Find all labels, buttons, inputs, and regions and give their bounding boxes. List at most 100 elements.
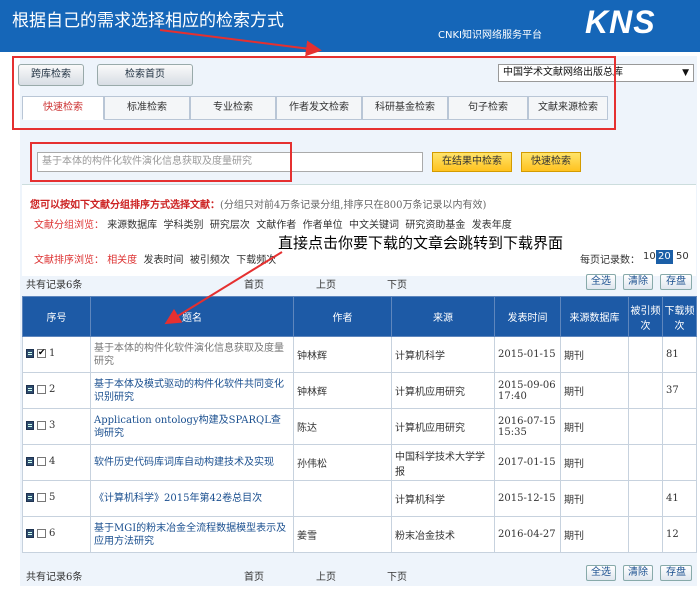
col-header-source[interactable]: 来源 <box>391 296 495 337</box>
article-source[interactable]: 计算机科学 <box>391 336 495 373</box>
kns-logo: KNS <box>585 4 656 40</box>
article-db: 期刊 <box>560 480 629 517</box>
col-header-db[interactable]: 来源数据库 <box>560 296 629 337</box>
row-checkbox[interactable] <box>37 457 46 466</box>
document-icon[interactable] <box>26 529 34 538</box>
article-title-link[interactable]: 基于MGI的粉末冶金全流程数据模型表示及应用方法研究 <box>90 516 294 553</box>
chevron-down-icon: ▼ <box>682 68 689 78</box>
document-icon[interactable] <box>26 349 34 358</box>
article-title-link[interactable]: 基于本体及模式驱动的构件化软件共同变化识别研究 <box>90 372 294 409</box>
col-header-cited[interactable]: 被引频次 <box>628 296 663 337</box>
results-table: 序号 题名 作者 来源 发表时间 来源数据库 被引频次 下载频次 ✔ 1 基于本体… <box>22 296 697 553</box>
article-source[interactable]: 计算机应用研究 <box>391 408 495 445</box>
article-cited <box>628 336 663 373</box>
clear-button-bottom[interactable]: 清除 <box>623 565 653 581</box>
col-header-author[interactable]: 作者 <box>293 296 392 337</box>
group-item[interactable]: 发表年度 <box>472 220 512 231</box>
article-downloads[interactable] <box>662 444 697 481</box>
article-downloads[interactable]: 81 <box>662 336 697 373</box>
next-page-link[interactable]: 下页 <box>387 276 407 291</box>
sort-item[interactable]: 发表时间 <box>144 255 184 266</box>
sort-item[interactable]: 相关度 <box>107 255 137 266</box>
document-icon[interactable] <box>26 385 34 394</box>
article-title-link[interactable]: 基于本体的构件化软件演化信息获取及度量研究 <box>90 336 294 373</box>
article-author[interactable]: 钟林辉 <box>293 336 392 373</box>
annotation-click-hint: 直接点击你要下载的文章会跳转到下载界面 <box>278 234 564 252</box>
article-author[interactable]: 孙伟松 <box>293 444 392 481</box>
annotation-box-search-input <box>30 142 292 182</box>
group-item[interactable]: 中文关键词 <box>349 220 399 231</box>
clear-button[interactable]: 清除 <box>623 274 653 290</box>
group-item[interactable]: 学科类别 <box>164 220 204 231</box>
col-header-title[interactable]: 题名 <box>90 296 294 337</box>
article-source[interactable]: 计算机科学 <box>391 480 495 517</box>
article-db: 期刊 <box>560 336 629 373</box>
article-date: 2017-01-15 <box>494 444 561 481</box>
article-source[interactable]: 中国科学技术大学学报 <box>391 444 495 481</box>
article-author[interactable] <box>293 480 392 517</box>
col-header-date[interactable]: 发表时间 <box>494 296 561 337</box>
article-title-link[interactable]: 《计算机科学》2015年第42卷总目次 <box>90 480 294 517</box>
article-downloads[interactable] <box>662 408 697 445</box>
article-date: 2016-04-27 <box>494 516 561 553</box>
row-checkbox[interactable] <box>37 493 46 502</box>
row-checkbox[interactable] <box>37 421 46 430</box>
article-cited <box>628 408 663 445</box>
sort-browse-label: 文献排序浏览： <box>34 255 104 266</box>
save-button[interactable]: 存盘 <box>660 274 692 290</box>
row-checkbox[interactable] <box>37 529 46 538</box>
col-header-num: 序号 <box>22 296 91 337</box>
prev-page-link-bottom[interactable]: 上页 <box>316 568 336 583</box>
document-icon[interactable] <box>26 457 34 466</box>
table-row: 2 基于本体及模式驱动的构件化软件共同变化识别研究 钟林辉 计算机应用研究 20… <box>22 372 697 409</box>
table-row: 3 Application ontology构建及SPARQL查询研究 陈达 计… <box>22 408 697 445</box>
search-in-results-button[interactable]: 在结果中检索 <box>432 152 512 172</box>
group-item[interactable]: 研究资助基金 <box>405 220 465 231</box>
first-page-link-bottom[interactable]: 首页 <box>244 568 264 583</box>
next-page-link-bottom[interactable]: 下页 <box>387 568 407 583</box>
grouping-intro-note: (分组只对前4万条记录分组,排序只在800万条记录以内有效) <box>220 200 487 211</box>
select-all-button[interactable]: 全选 <box>586 274 616 290</box>
article-downloads[interactable]: 41 <box>662 480 697 517</box>
article-cited <box>628 372 663 409</box>
article-source[interactable]: 计算机应用研究 <box>391 372 495 409</box>
sort-item[interactable]: 下载频次 <box>236 255 276 266</box>
sort-browse-row: 文献排序浏览： 相关度 发表时间 被引频次 下载频次 <box>34 251 276 266</box>
col-header-downloads[interactable]: 下载频次 <box>662 296 697 337</box>
document-icon[interactable] <box>26 493 34 502</box>
article-downloads[interactable]: 12 <box>662 516 697 553</box>
header-banner: 根据自己的需求选择相应的检索方式 CNKI知识网络服务平台 KNS <box>0 0 700 52</box>
article-title-link[interactable]: Application ontology构建及SPARQL查询研究 <box>90 408 294 445</box>
group-item[interactable]: 研究层次 <box>210 220 250 231</box>
article-cited <box>628 516 663 553</box>
table-row: 6 基于MGI的粉末冶金全流程数据模型表示及应用方法研究 姜雪 粉末冶金技术 2… <box>22 516 697 553</box>
save-button-bottom[interactable]: 存盘 <box>660 565 692 581</box>
article-author[interactable]: 钟林辉 <box>293 372 392 409</box>
first-page-link[interactable]: 首页 <box>244 276 264 291</box>
table-row: ✔ 1 基于本体的构件化软件演化信息获取及度量研究 钟林辉 计算机科学 2015-… <box>22 336 697 373</box>
row-checkbox[interactable]: ✔ <box>37 349 46 358</box>
group-item[interactable]: 文献作者 <box>256 220 296 231</box>
record-count-bottom: 共有记录6条 <box>26 572 83 583</box>
article-db: 期刊 <box>560 516 629 553</box>
article-source[interactable]: 粉末冶金技术 <box>391 516 495 553</box>
table-header-row: 序号 题名 作者 来源 发表时间 来源数据库 被引频次 下载频次 <box>22 296 697 337</box>
group-item[interactable]: 作者单位 <box>303 220 343 231</box>
prev-page-link[interactable]: 上页 <box>316 276 336 291</box>
article-date: 2016-07-15 15:35 <box>494 408 561 445</box>
quick-search-button[interactable]: 快速检索 <box>521 152 581 172</box>
row-number: 4 <box>49 456 56 467</box>
row-checkbox[interactable] <box>37 385 46 394</box>
article-date: 2015-09-06 17:40 <box>494 372 561 409</box>
per-page-option-selected[interactable]: 20 <box>656 250 673 264</box>
article-title-link[interactable]: 软件历史代码库词库自动构建技术及实现 <box>90 444 294 481</box>
article-db: 期刊 <box>560 408 629 445</box>
article-author[interactable]: 陈达 <box>293 408 392 445</box>
document-icon[interactable] <box>26 421 34 430</box>
per-page-option[interactable]: 50 <box>674 250 691 264</box>
group-item[interactable]: 来源数据库 <box>107 220 157 231</box>
article-author[interactable]: 姜雪 <box>293 516 392 553</box>
article-downloads[interactable]: 37 <box>662 372 697 409</box>
select-all-button-bottom[interactable]: 全选 <box>586 565 616 581</box>
sort-item[interactable]: 被引频次 <box>190 255 230 266</box>
